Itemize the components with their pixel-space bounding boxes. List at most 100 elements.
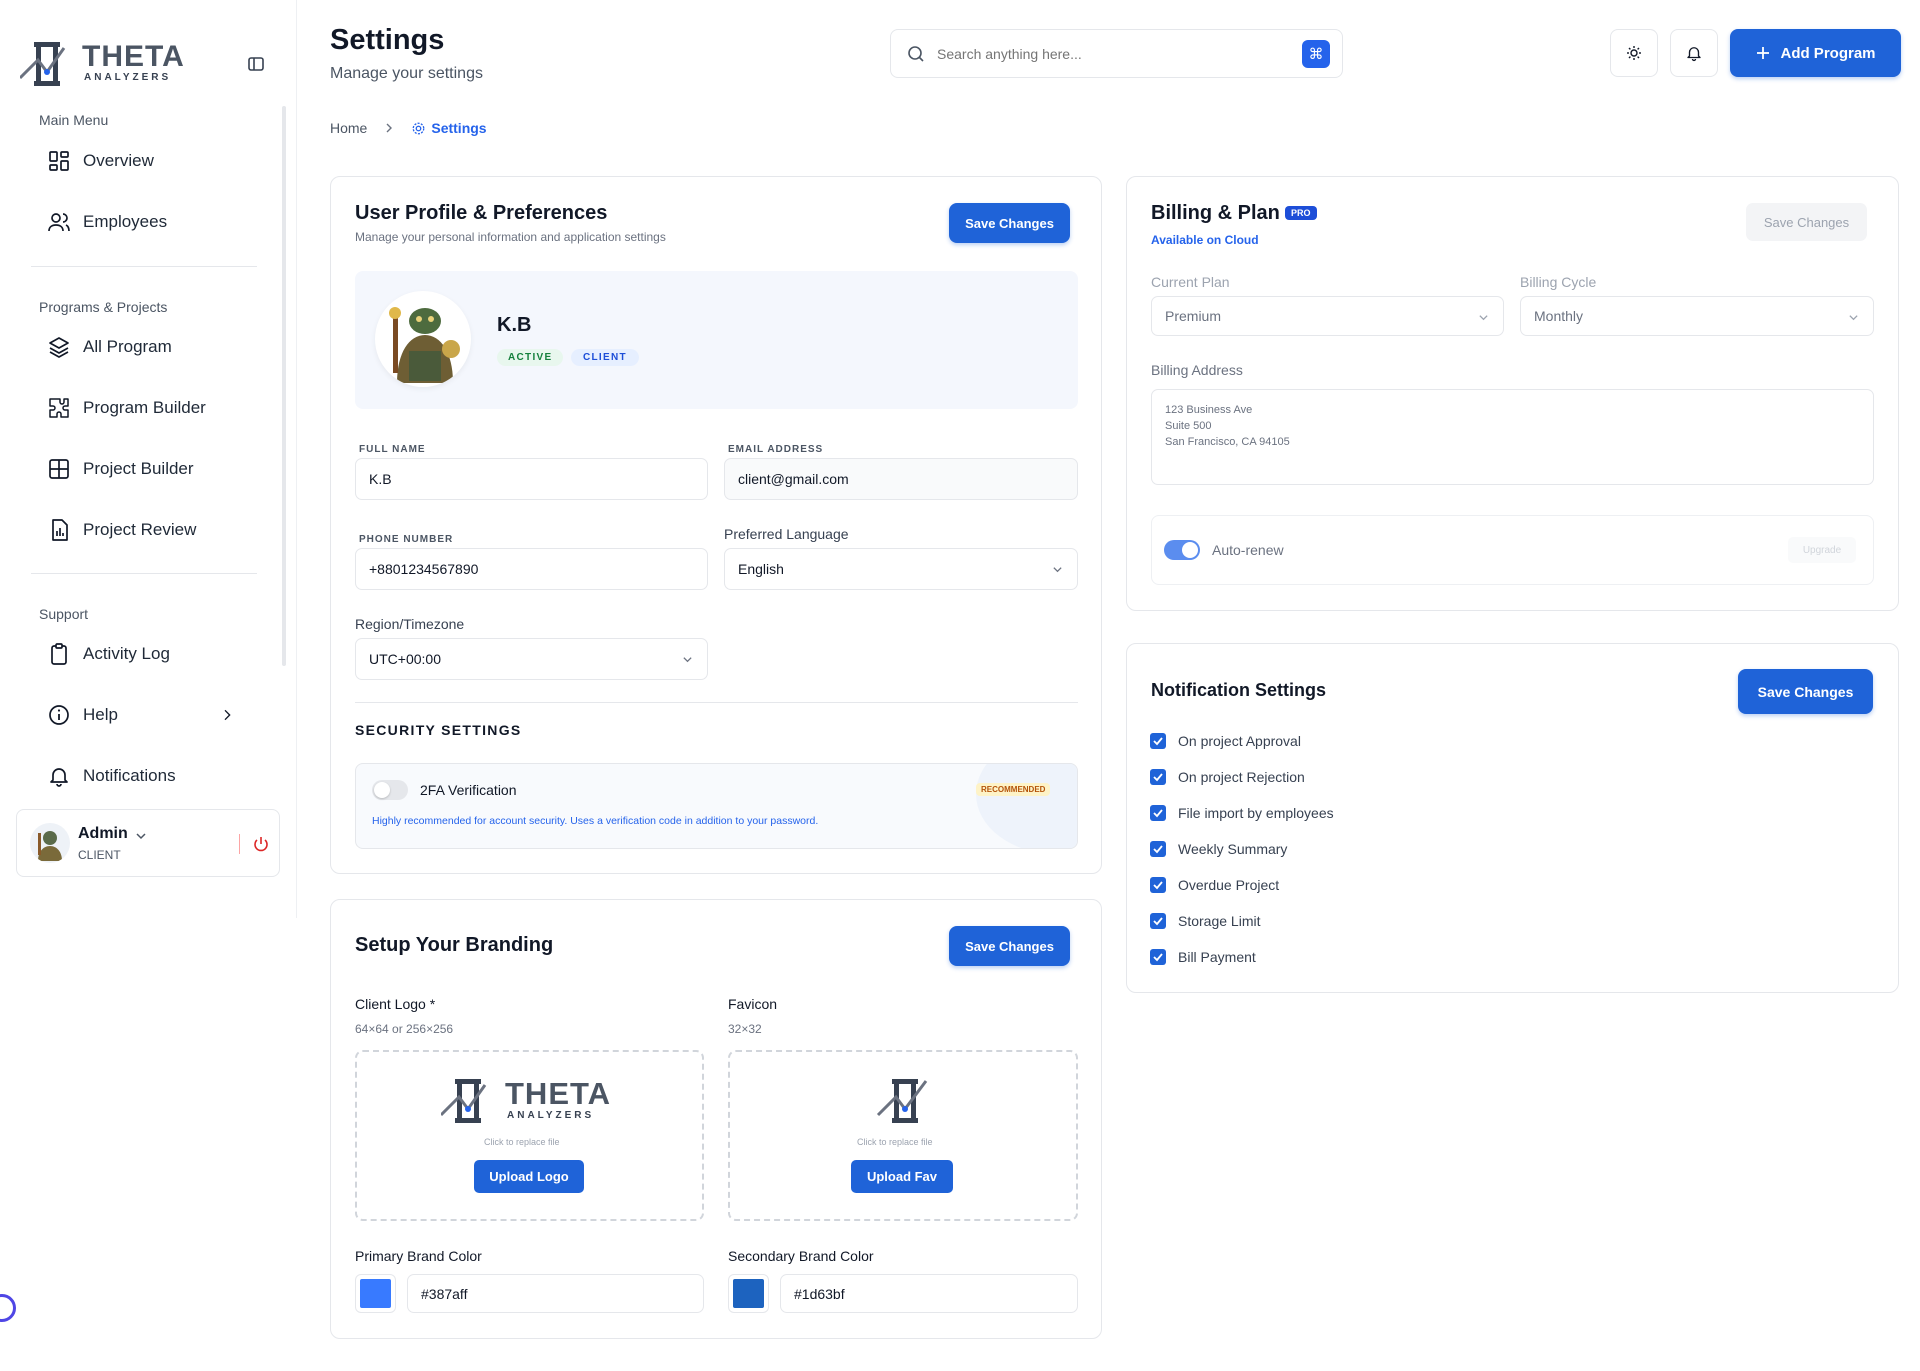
checkbox[interactable]: [1150, 805, 1166, 821]
sidebar-item-notifications[interactable]: Notifications: [47, 760, 247, 792]
notif-option-weekly-summary[interactable]: Weekly Summary: [1150, 841, 1287, 857]
chevron-down-icon: [1053, 567, 1062, 573]
email-value: client@gmail.com: [738, 471, 849, 487]
checkbox[interactable]: [1150, 841, 1166, 857]
current-plan-select[interactable]: Premium: [1151, 296, 1504, 336]
page-subtitle: Manage your settings: [330, 65, 483, 82]
phone-field[interactable]: +8801234567890: [355, 548, 708, 590]
billing-address-textarea[interactable]: 123 Business Ave Suite 500 San Francisco…: [1151, 389, 1874, 485]
sidebar-item-label: Project Builder: [83, 459, 194, 478]
sidebar-item-label: Project Review: [83, 520, 197, 539]
checkbox[interactable]: [1150, 877, 1166, 893]
breadcrumb-home[interactable]: Home: [330, 120, 367, 136]
notification-save-button[interactable]: Save Changes: [1738, 669, 1873, 714]
sidebar-item-program-builder[interactable]: Program Builder: [47, 392, 247, 424]
checkbox[interactable]: [1150, 913, 1166, 929]
add-program-button[interactable]: Add Program: [1730, 29, 1901, 77]
sidebar-item-label: Program Builder: [83, 398, 206, 417]
preview-logo-text: THETA: [505, 1076, 612, 1111]
email-field[interactable]: client@gmail.com: [724, 458, 1078, 500]
billing-cycle-value: Monthly: [1534, 308, 1584, 324]
checkbox[interactable]: [1150, 949, 1166, 965]
notif-option-rejection[interactable]: On project Rejection: [1150, 769, 1305, 785]
billing-title: Billing & Plan: [1151, 202, 1280, 224]
checkbox[interactable]: [1150, 733, 1166, 749]
power-icon[interactable]: [252, 835, 270, 853]
notif-option-overdue[interactable]: Overdue Project: [1150, 877, 1279, 893]
notif-option-file-import[interactable]: File import by employees: [1150, 805, 1334, 821]
user-card-divider: [239, 834, 240, 854]
command-shortcut-badge[interactable]: ⌘: [1302, 39, 1330, 68]
toggle-knob: [1182, 542, 1198, 558]
upgrade-button[interactable]: Upgrade: [1788, 537, 1856, 563]
secondary-color-input[interactable]: #1d63bf: [780, 1274, 1078, 1313]
sidebar-collapse-icon[interactable]: [247, 55, 265, 73]
full-name-value: K.B: [369, 471, 392, 487]
toggle-knob: [374, 782, 390, 798]
decorative-blob: [976, 764, 1077, 848]
page-title: Settings: [330, 24, 445, 56]
chevron-right-icon: [224, 709, 231, 721]
language-value: English: [738, 561, 784, 577]
region-select[interactable]: UTC+00:00: [355, 638, 708, 680]
notif-option-label: Storage Limit: [1178, 913, 1261, 929]
sidebar-section-programs: Programs & Projects: [39, 299, 168, 315]
search-input[interactable]: [937, 45, 1302, 62]
autorenew-toggle[interactable]: [1164, 540, 1200, 560]
notif-option-approval[interactable]: On project Approval: [1150, 733, 1301, 749]
sidebar-item-all-program[interactable]: All Program: [47, 331, 247, 363]
sidebar-section-support: Support: [39, 606, 89, 622]
notif-option-bill-payment[interactable]: Bill Payment: [1150, 949, 1256, 965]
check-icon: [1153, 809, 1163, 818]
sidebar-item-overview[interactable]: Overview: [47, 145, 247, 177]
floating-widget-icon[interactable]: [0, 1294, 16, 1322]
billing-cycle-select[interactable]: Monthly: [1520, 296, 1874, 336]
preview-logo-subtext: ANALYZERS: [507, 1110, 595, 1121]
sidebar-item-employees[interactable]: Employees: [47, 206, 247, 238]
notification-settings-title: Notification Settings: [1151, 680, 1326, 700]
upload-favicon-button[interactable]: Upload Fav: [851, 1160, 953, 1193]
primary-color-swatch[interactable]: [355, 1274, 396, 1313]
profile-avatar[interactable]: [375, 291, 471, 387]
address-line: 123 Business Ave: [1165, 404, 1253, 416]
current-plan-label: Current Plan: [1151, 274, 1230, 290]
full-name-field[interactable]: K.B: [355, 458, 708, 500]
sidebar: THETA ANALYZERS Main Menu Overview Emplo…: [0, 0, 297, 918]
billing-save-button[interactable]: Save Changes: [1746, 203, 1867, 241]
primary-color-input[interactable]: #387aff: [407, 1274, 704, 1313]
sidebar-divider: [31, 266, 257, 267]
profile-title: User Profile & Preferences: [355, 202, 608, 224]
chevron-down-icon[interactable]: [135, 830, 147, 842]
breadcrumb-current: Settings: [431, 120, 487, 136]
favicon-preview-icon: [876, 1079, 928, 1123]
upload-logo-button[interactable]: Upload Logo: [474, 1160, 584, 1193]
branding-save-button[interactable]: Save Changes: [949, 926, 1070, 966]
notifications-button[interactable]: [1670, 29, 1718, 77]
bell-icon: [1687, 47, 1701, 62]
checkbox[interactable]: [1150, 769, 1166, 785]
secondary-color-swatch[interactable]: [728, 1274, 769, 1313]
sidebar-item-activity-log[interactable]: Activity Log: [47, 638, 247, 670]
notif-option-storage-limit[interactable]: Storage Limit: [1150, 913, 1260, 929]
avatar: [30, 823, 70, 863]
twofa-toggle[interactable]: [372, 780, 408, 800]
user-card[interactable]: Admin CLIENT: [16, 809, 280, 877]
sidebar-item-help[interactable]: Help: [47, 699, 247, 731]
phone-value: +8801234567890: [369, 561, 479, 577]
language-select[interactable]: English: [724, 548, 1078, 590]
sidebar-item-label: Activity Log: [83, 644, 170, 663]
primary-color-label: Primary Brand Color: [355, 1248, 482, 1264]
theta-logo[interactable]: THETA ANALYZERS: [18, 38, 192, 90]
user-role: CLIENT: [78, 848, 121, 862]
notif-option-label: Bill Payment: [1178, 949, 1256, 965]
check-icon: [1153, 773, 1163, 782]
sidebar-divider: [31, 573, 257, 574]
sidebar-item-project-builder[interactable]: Project Builder: [47, 453, 247, 485]
section-divider: [355, 702, 1078, 703]
sidebar-scrollbar[interactable]: [282, 106, 286, 666]
sidebar-item-project-review[interactable]: Project Review: [47, 514, 247, 546]
profile-save-button[interactable]: Save Changes: [949, 203, 1070, 243]
sidebar-item-label: Employees: [83, 212, 168, 231]
theme-toggle-button[interactable]: [1610, 29, 1658, 77]
search-bar[interactable]: ⌘: [890, 29, 1343, 78]
